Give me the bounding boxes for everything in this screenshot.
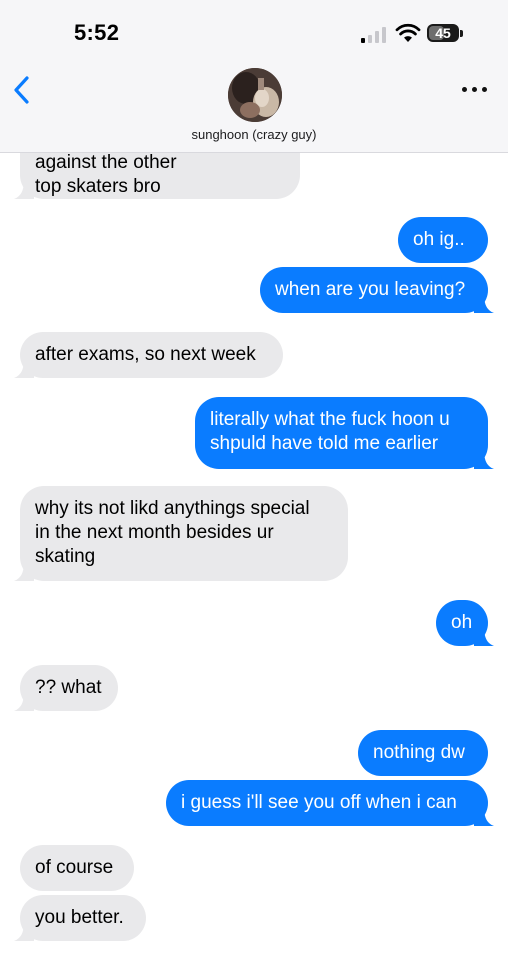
bubble-tail-icon [474, 293, 494, 313]
message-text: why its not likd anythings special in th… [35, 498, 310, 567]
message-bubble-received[interactable]: of course [20, 845, 134, 891]
message-text: i guess i'll see you off when i can [181, 792, 457, 813]
message-bubble-received[interactable]: after exams, so next week [14, 332, 283, 378]
message-text: ?? what [35, 677, 102, 698]
message-bubble-sent[interactable]: nothing dw [358, 730, 488, 776]
bubble-tail-icon [14, 358, 34, 378]
battery-percent: 45 [435, 25, 451, 41]
message-text: oh ig.. [413, 229, 465, 250]
bubble-tail-icon [474, 449, 494, 469]
ellipsis-icon[interactable] [462, 87, 488, 93]
message-bubble-sent[interactable]: when are you leaving? [260, 267, 494, 313]
message-text: literally what the fuck hoon u shpuld ha… [210, 409, 450, 454]
battery-icon: 45 [427, 24, 459, 42]
bubble-tail-icon [474, 806, 494, 826]
bubble-tail-icon [14, 691, 34, 711]
message-text: oh [451, 612, 473, 633]
status-bar: 5:52 45 [0, 0, 508, 64]
message-bubble-sent[interactable]: i guess i'll see you off when i can [166, 780, 494, 826]
message-bubble-received[interactable]: ?? what [14, 665, 118, 711]
battery-cap [460, 30, 463, 37]
bubble-tail-icon [14, 179, 34, 199]
message-text: when are you leaving? [275, 279, 466, 300]
message-text: after exams, so next week [35, 344, 256, 365]
message-text: against the other top skaters bro [35, 152, 177, 197]
message-bubble-received[interactable]: you better. [14, 895, 146, 941]
bubble-tail-icon [474, 626, 494, 646]
message-bubble-sent[interactable]: oh [436, 600, 494, 646]
message-text: of course [35, 857, 114, 878]
message-text: nothing dw [373, 742, 465, 763]
bubble-tail-icon [14, 561, 34, 581]
cellular-signal-icon [361, 27, 387, 43]
bubble-tail-icon [14, 921, 34, 941]
avatar[interactable] [228, 68, 282, 122]
message-bubble-sent[interactable]: oh ig.. [398, 217, 488, 263]
contact-name[interactable]: sunghoon (crazy guy) [0, 127, 508, 142]
message-bubble-received[interactable]: why its not likd anythings special in th… [14, 486, 348, 581]
wifi-icon [395, 23, 421, 42]
chevron-left-icon[interactable] [10, 74, 34, 106]
message-bubble-sent[interactable]: literally what the fuck hoon u shpuld ha… [195, 397, 494, 469]
message-text: you better. [35, 907, 124, 928]
avatar-photo-icon [228, 68, 282, 122]
status-time: 5:52 [74, 20, 120, 45]
